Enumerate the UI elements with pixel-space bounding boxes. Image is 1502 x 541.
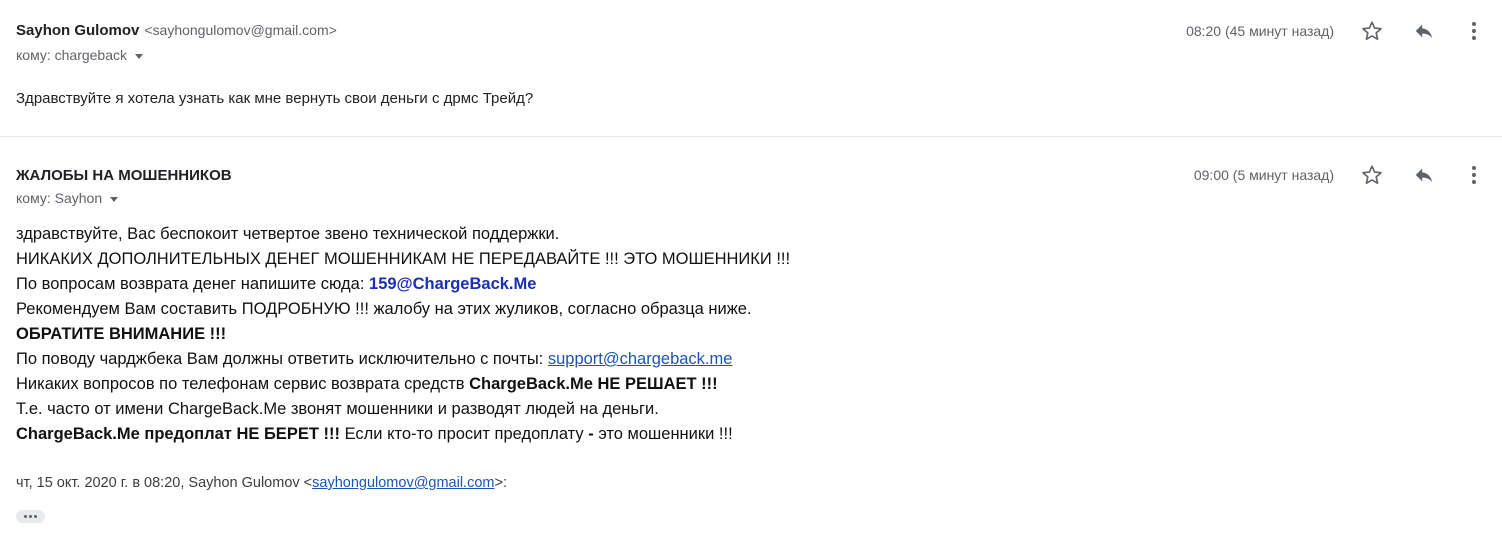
quote-prefix: чт, 15 окт. 2020 г. в 08:20, Sayhon Gulo…: [16, 475, 313, 491]
more-vert-icon[interactable]: [1462, 19, 1486, 43]
body-line: По поводу чарджбека Вам должны ответить …: [16, 347, 790, 372]
reply-icon[interactable]: [1412, 19, 1436, 43]
body-line: По вопросам возврата денег напишите сюда…: [16, 272, 790, 297]
body-line: НИКАКИХ ДОПОЛНИТЕЛЬНЫХ ДЕНЕГ МОШЕННИКАМ …: [16, 250, 791, 268]
body-line-warning: ОБРАТИТЕ ВНИМАНИЕ !!!: [16, 325, 227, 343]
reply-icon[interactable]: [1412, 163, 1436, 187]
body-text: Никаких вопросов по телефонам сервис воз…: [16, 375, 470, 393]
star-icon[interactable]: [1360, 163, 1384, 187]
recipient-dropdown[interactable]: кому: chargeback: [16, 47, 144, 63]
more-vert-icon[interactable]: [1462, 163, 1486, 187]
message-body: Здравствуйте я хотела узнать как мне вер…: [16, 90, 534, 107]
chevron-down-icon: [135, 53, 144, 59]
body-text: По вопросам возврата денег напишите сюда…: [16, 275, 370, 293]
more-horiz-icon[interactable]: [16, 510, 45, 523]
body-line: Т.е. часто от имени ChargeBack.Me звонят…: [16, 400, 659, 418]
body-line: Никаких вопросов по телефонам сервис воз…: [16, 372, 790, 397]
quote-email-link[interactable]: sayhongulomov@gmail.com: [312, 475, 494, 491]
body-line: здравствуйте, Вас беспокоит четвертое зв…: [16, 225, 560, 243]
recipient-label: кому: Sayhon: [16, 190, 103, 206]
message-time: 08:20 (45 минут назад): [1186, 23, 1334, 39]
sender-name[interactable]: Sayhon Gulomov <sayhongulomov@gmail.com>: [16, 22, 337, 39]
star-icon[interactable]: [1360, 19, 1384, 43]
body-bold-text: ChargeBack.Me НЕ РЕШАЕТ !!!: [469, 375, 718, 393]
sender-name-text: Sayhon Gulomov: [16, 22, 140, 39]
body-bold-text: ChargeBack.Me предоплат НЕ БЕРЕТ !!!: [16, 425, 340, 443]
sender-email: <sayhongulomov@gmail.com>: [144, 22, 337, 38]
body-text: Если кто-то просит предоплату: [339, 425, 589, 443]
contact-email[interactable]: 159@ChargeBack.Me: [369, 275, 536, 293]
body-text: это мошенники !!!: [593, 425, 733, 443]
support-email-link[interactable]: support@chargeback.me: [548, 350, 733, 368]
message-time: 09:00 (5 минут назад): [1193, 167, 1334, 183]
recipient-dropdown[interactable]: кому: Sayhon: [16, 190, 119, 206]
body-line: Рекомендуем Вам составить ПОДРОБНУЮ !!! …: [16, 300, 752, 318]
recipient-label: кому: chargeback: [16, 47, 128, 63]
message-1: Sayhon Gulomov <sayhongulomov@gmail.com> …: [0, 0, 1502, 137]
chevron-down-icon: [110, 196, 119, 202]
body-line: ChargeBack.Me предоплат НЕ БЕРЕТ !!! Есл…: [16, 422, 790, 447]
quoted-header: чт, 15 окт. 2020 г. в 08:20, Sayhon Gulo…: [16, 475, 507, 491]
sender-name[interactable]: ЖАЛОБЫ НА МОШЕННИКОВ: [16, 167, 232, 184]
quote-suffix: >:: [494, 475, 507, 491]
body-text: По поводу чарджбека Вам должны ответить …: [16, 350, 548, 368]
message-body: здравствуйте, Вас беспокоит четвертое зв…: [16, 222, 790, 447]
